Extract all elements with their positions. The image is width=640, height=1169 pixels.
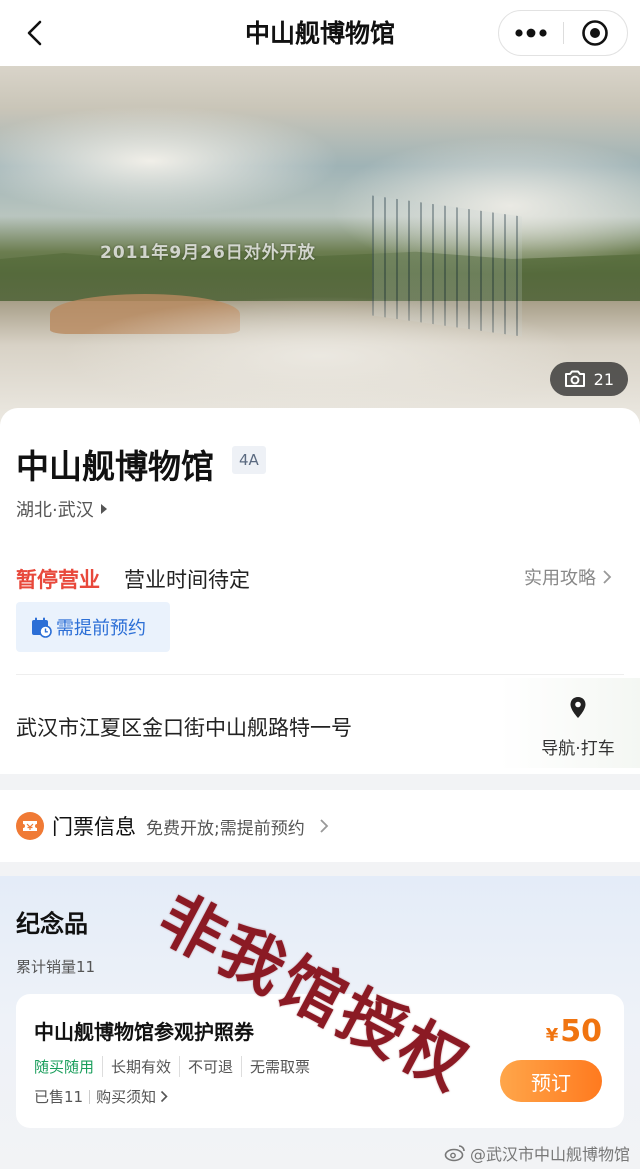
- product-sold-row: 已售11 购买须知: [34, 1086, 168, 1107]
- scenic-level-badge: 4A: [232, 446, 266, 474]
- more-dots-icon: [515, 28, 547, 38]
- ticket-info-row[interactable]: 门票信息 免费开放;需提前预约: [0, 790, 640, 862]
- location-pin-icon: [570, 697, 586, 718]
- product-price: ¥ 50: [546, 1014, 602, 1049]
- top-nav-bar: 中山舰博物馆: [0, 0, 640, 66]
- caret-right-icon: [100, 504, 107, 514]
- guide-label: 实用攻略: [524, 568, 596, 589]
- hero-photo[interactable]: 2011年9月26日对外开放 21: [0, 66, 640, 424]
- mini-program-capsule: [498, 10, 628, 56]
- poi-info-card: 中山舰博物馆 4A 湖北·武汉 暂停营业 营业时间待定 实用攻略 需提前预约 武…: [0, 408, 640, 774]
- product-tag: 随买随用: [34, 1058, 95, 1076]
- product-tags: 随买随用 长期有效 不可退 无需取票: [34, 1056, 318, 1077]
- reservation-label: 需提前预约: [56, 618, 146, 639]
- divider: [89, 1089, 91, 1104]
- opening-hours: 营业时间待定: [124, 568, 250, 592]
- chevron-right-icon: [603, 570, 612, 584]
- navigation-taxi-button[interactable]: 导航·打车: [536, 696, 620, 759]
- weibo-watermark: @武汉市中山舰博物馆: [444, 1141, 630, 1165]
- chevron-right-icon: [320, 819, 329, 833]
- ticket-icon: [16, 812, 44, 840]
- product-tag: 长期有效: [102, 1056, 179, 1077]
- ticket-description: 免费开放;需提前预约: [146, 818, 305, 839]
- purchase-notice-label: 购买须知: [96, 1088, 157, 1106]
- calendar-clock-icon: [32, 617, 52, 638]
- photo-count-value: 21: [593, 369, 614, 389]
- photo-count-badge[interactable]: 21: [549, 362, 628, 396]
- purchase-notice-link[interactable]: 购买须知: [96, 1086, 168, 1107]
- hero-caption: 2011年9月26日对外开放: [100, 243, 316, 263]
- hero-cloud: [60, 296, 580, 416]
- more-button[interactable]: [499, 11, 563, 55]
- book-button[interactable]: 预订: [500, 1060, 602, 1102]
- poi-name: 中山舰博物馆: [16, 447, 214, 486]
- product-sold-count: 已售11: [34, 1088, 84, 1106]
- practical-guide-link[interactable]: 实用攻略: [524, 564, 612, 590]
- hero-cloud: [0, 106, 340, 216]
- weibo-watermark-text: @武汉市中山舰博物馆: [469, 1145, 630, 1164]
- product-tag: 无需取票: [241, 1056, 318, 1077]
- close-program-button[interactable]: [564, 11, 628, 55]
- product-tag: 不可退: [179, 1056, 241, 1077]
- weibo-logo-icon: [444, 1145, 465, 1162]
- price-currency: ¥: [545, 1025, 559, 1046]
- souvenir-total-sales: 累计销量11: [16, 958, 96, 976]
- divider: [16, 674, 624, 675]
- target-close-icon: [582, 20, 609, 46]
- price-amount: 50: [560, 1014, 602, 1049]
- chevron-right-icon: [161, 1090, 168, 1103]
- region-label: 湖北·武汉: [16, 500, 94, 521]
- navigation-taxi-label: 导航·打车: [541, 739, 615, 759]
- region-link[interactable]: 湖北·武汉: [16, 496, 108, 522]
- souvenir-title: 纪念品: [16, 910, 88, 938]
- reservation-tag[interactable]: 需提前预约: [16, 602, 170, 652]
- camera-icon: [564, 370, 585, 387]
- product-name: 中山舰博物馆参观护照券: [34, 1020, 254, 1044]
- address-text[interactable]: 武汉市江夏区金口街中山舰路特一号: [16, 712, 352, 742]
- operating-status: 暂停营业: [16, 568, 100, 592]
- ticket-label: 门票信息: [52, 815, 136, 839]
